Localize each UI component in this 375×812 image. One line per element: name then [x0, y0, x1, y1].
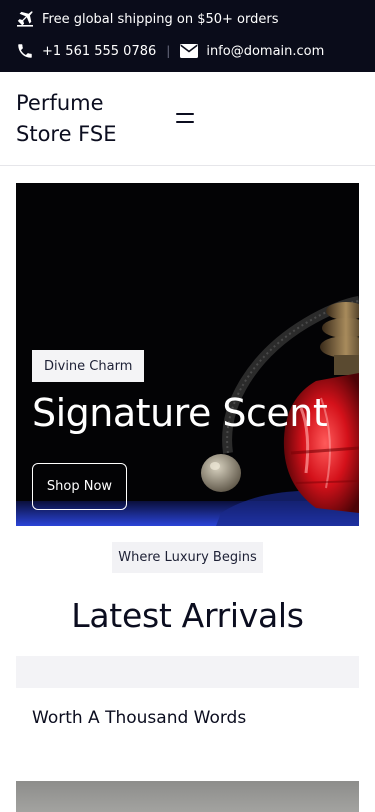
- site-title[interactable]: Perfume Store FSE: [16, 88, 156, 150]
- menu-line: [176, 113, 194, 115]
- section-tagline: Where Luxury Begins: [112, 542, 263, 573]
- phone-link[interactable]: +1 561 555 0786: [42, 44, 156, 59]
- menu-line: [176, 121, 194, 123]
- product-image[interactable]: [16, 781, 359, 812]
- hero-banner: Divine Charm Signature Scent Shop Now: [16, 183, 359, 526]
- hero-tag: Divine Charm: [32, 350, 145, 382]
- section-title: Latest Arrivals: [71, 596, 304, 635]
- product-title[interactable]: Worth A Thousand Words: [32, 708, 246, 728]
- separator: |: [166, 44, 171, 58]
- product-image-placeholder[interactable]: [16, 656, 359, 688]
- site-header: Perfume Store FSE: [0, 72, 375, 166]
- shipping-text: Free global shipping on $50+ orders: [42, 11, 279, 27]
- product-card[interactable]: Worth A Thousand Words: [16, 656, 359, 756]
- shop-now-button[interactable]: Shop Now: [32, 463, 127, 510]
- menu-icon[interactable]: [176, 108, 200, 128]
- email-link[interactable]: info@domain.com: [206, 44, 324, 59]
- envelope-icon: [180, 42, 199, 60]
- plane-icon: [16, 10, 34, 28]
- hero-title: Signature Scent: [32, 391, 328, 435]
- contact-row: +1 561 555 0786 | info@domain.com: [16, 42, 324, 60]
- shipping-notice: Free global shipping on $50+ orders: [16, 10, 278, 28]
- top-bar: Free global shipping on $50+ orders +1 5…: [0, 0, 375, 72]
- phone-icon: [16, 42, 34, 60]
